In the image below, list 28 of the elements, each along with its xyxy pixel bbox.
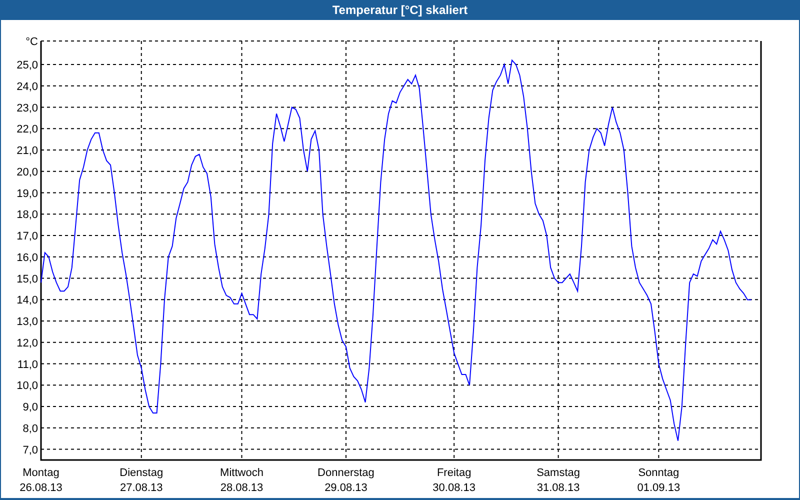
y-tick-label: 25,0 bbox=[16, 60, 38, 72]
x-tick-label: Donnerstag 29.08.13 bbox=[318, 467, 374, 494]
y-tick-label: 9,0 bbox=[22, 402, 38, 414]
y-tick-label: 15,0 bbox=[16, 273, 38, 286]
y-tick-label: 7,0 bbox=[22, 444, 38, 456]
x-tick-label: Samstag 31.08.13 bbox=[536, 467, 580, 494]
y-tick-label: 13,0 bbox=[16, 316, 38, 328]
y-tick-label: 22,0 bbox=[16, 124, 38, 136]
y-tick-label: 21,0 bbox=[16, 145, 38, 158]
y-tick-label: 24,0 bbox=[16, 80, 38, 93]
x-tick-label: Sonntag 01.09.13 bbox=[637, 467, 680, 494]
x-tick-label: Dienstag 27.08.13 bbox=[120, 467, 164, 494]
y-tick-label: 14,0 bbox=[16, 294, 38, 307]
y-tick-label: 12,0 bbox=[16, 337, 38, 350]
y-tick-label: 23,0 bbox=[16, 102, 38, 114]
x-tick-label: Montag 26.08.13 bbox=[20, 467, 62, 494]
y-tick-label: 16,0 bbox=[16, 252, 38, 264]
y-tick-label: 17,0 bbox=[16, 230, 38, 243]
y-tick-label: 11,0 bbox=[17, 358, 38, 371]
y-tick-label: 20,0 bbox=[16, 166, 38, 178]
x-tick-label: Freitag 30.08.13 bbox=[432, 467, 476, 494]
y-axis-unit: °C bbox=[26, 36, 38, 48]
y-tick-label: 8,0 bbox=[22, 422, 38, 435]
x-tick-label: Mittwoch 28.08.13 bbox=[220, 467, 264, 494]
window-title: Temperatur [°C] skaliert bbox=[331, 2, 469, 19]
y-tick-label: 19,0 bbox=[16, 188, 38, 200]
y-tick-label: 10,0 bbox=[16, 380, 38, 392]
y-tick-label: 18,0 bbox=[16, 209, 38, 222]
